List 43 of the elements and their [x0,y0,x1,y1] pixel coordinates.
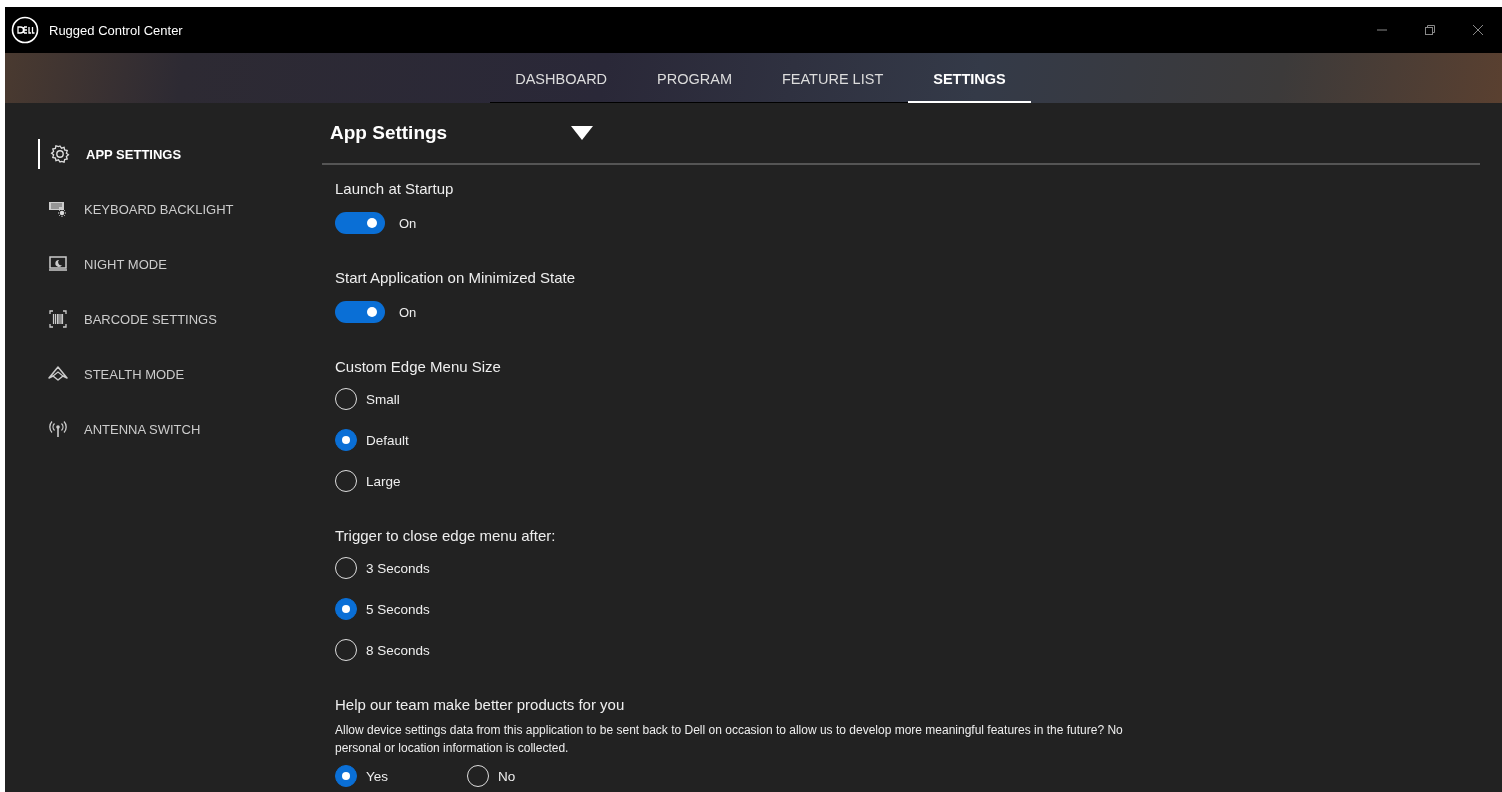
sidebar-item[interactable]: BARCODE SETTINGS [38,304,298,334]
setting-label: Trigger to close edge menu after: [335,526,557,546]
plane-icon [48,364,68,384]
toggle-state: On [399,215,417,231]
dropdown-icon[interactable] [570,125,594,141]
keyboard-icon [48,199,68,219]
radio-label: Large [366,473,401,489]
nav-tab[interactable]: DASHBOARD [490,57,633,103]
section-heading: App Settings [330,122,449,144]
radio-label: 3 Seconds [366,560,430,576]
barcode-icon [48,309,68,329]
sidebar-item[interactable]: STEALTH MODE [38,359,298,389]
radio-label: 5 Seconds [366,601,430,617]
radio-label: 8 Seconds [366,642,430,658]
setting-label: Help our team make better products for you [335,695,626,715]
window-title: Rugged Control Center [49,22,183,38]
toggle-switch[interactable] [335,301,385,323]
sidebar-item[interactable]: NIGHT MODE [38,249,298,279]
logo-icon [11,16,39,44]
radio-label: No [498,768,516,784]
restore-icon[interactable] [1424,24,1436,36]
toggle-state: On [399,304,417,320]
radio-label: Default [366,432,409,448]
setting-label: Custom Edge Menu Size [335,357,502,377]
nav-tab[interactable]: SETTINGS [908,57,1031,103]
toggle-switch[interactable] [335,212,385,234]
sidebar-item[interactable]: APP SETTINGS [38,139,298,169]
close-icon[interactable] [1472,24,1484,36]
settings-icon [50,144,70,164]
radio-label: Yes [366,768,389,784]
sidebar-item[interactable]: ANTENNA SWITCH [38,414,298,444]
radio-button[interactable] [335,429,357,451]
setting-label: Launch at Startup [335,179,455,199]
radio-label: Small [366,391,400,407]
setting-description: Allow device settings data from this application to be sent back to Dell on occasion to allow us to develop more meaningful features in the future? No personal or location information is collected. [335,722,1124,757]
radio-button[interactable] [335,765,357,787]
moon-screen-icon [48,254,68,274]
nav-tab[interactable]: PROGRAM [632,57,757,103]
nav-tab[interactable]: FEATURE LIST [757,57,909,103]
sidebar-item[interactable]: KEYBOARD BACKLIGHT [38,194,298,224]
antenna-icon [48,419,68,439]
setting-label: Start Application on Minimized State [335,268,577,288]
radio-button[interactable] [335,598,357,620]
